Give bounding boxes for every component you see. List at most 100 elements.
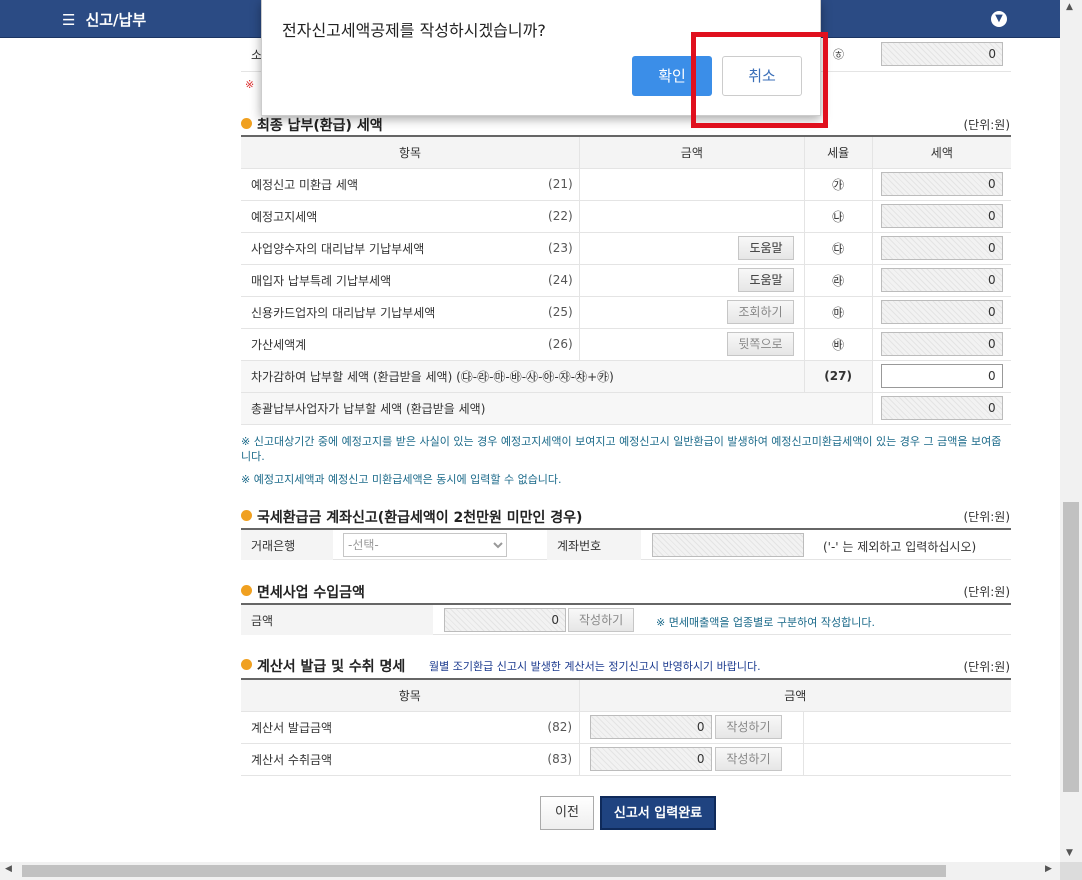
row-tax: 0 — [880, 332, 1003, 356]
header-rate: 세율 — [804, 135, 873, 169]
invoice-section-title-text: 계산서 발급 및 수취 명세 — [257, 659, 406, 675]
hamburger-icon: ☰ — [62, 11, 76, 29]
table-row: 가산세액계 (26) 뒷쪽으로 ㉳ 0 — [241, 328, 1011, 361]
total-row-label: 총괄납부사업자가 납부할 세액 (환급받을 세액) — [241, 392, 873, 425]
back-page-button[interactable]: 뒷쪽으로 — [727, 332, 794, 356]
exempt-section-unit: (단위:원) — [963, 585, 1010, 599]
scroll-left-icon[interactable]: ◀ — [5, 864, 12, 874]
subtract-row-num: (27) — [804, 360, 873, 393]
exempt-section-title: 면세사업 수입금액 — [241, 582, 365, 602]
row-amount — [579, 168, 805, 201]
row-tax: 0 — [880, 236, 1003, 260]
bank-label: 거래은행 — [241, 530, 333, 560]
row-label: 예정고지세액 — [241, 200, 542, 233]
row-tax: 0 — [880, 172, 1003, 196]
vertical-scrollbar[interactable]: ▲ ▼ — [1060, 0, 1082, 862]
final-note-1: ※ 신고대상기간 중에 예정고지를 받은 사실이 있는 경우 예정고지세액이 보… — [241, 435, 1002, 463]
total-tax: 0 — [880, 396, 1003, 420]
invoice-issued-value: 0 — [589, 715, 712, 739]
help-button[interactable]: 도움말 — [738, 236, 794, 260]
horizontal-scroll-thumb[interactable] — [22, 865, 946, 877]
bullet-icon — [241, 659, 252, 670]
scroll-down-icon[interactable]: ▼ — [1066, 848, 1073, 858]
help-button[interactable]: 도움말 — [738, 268, 794, 292]
table-row: 계산서 발급금액 (82) 0 작성하기 — [241, 711, 1011, 744]
row-tax: 0 — [880, 268, 1003, 292]
horizontal-scrollbar[interactable]: ◀ ▶ — [0, 862, 1060, 880]
invoice-section-unit: (단위:원) — [963, 660, 1010, 674]
scroll-up-icon[interactable]: ▲ — [1066, 2, 1073, 12]
row-label: 예정신고 미환급 세액 — [241, 168, 542, 201]
scroll-right-icon[interactable]: ▶ — [1045, 864, 1052, 874]
row-num: (26) — [541, 328, 581, 361]
table-row: 계산서 수취금액 (83) 0 작성하기 — [241, 743, 1011, 776]
bank-select-wrap: -선택- — [343, 533, 507, 557]
row-rate: ㉲ — [804, 296, 873, 329]
bank-select[interactable]: -선택- — [343, 533, 507, 557]
row-label: 계산서 발급금액 — [241, 711, 541, 744]
table-row: 예정신고 미환급 세액 (21) ㉮ 0 — [241, 168, 1011, 201]
invoice-header-item: 항목 — [241, 678, 580, 712]
row-num: (82) — [541, 711, 580, 744]
row-label: 매입자 납부특례 기납부세액 — [241, 264, 542, 297]
exempt-amount-label: 금액 — [241, 605, 433, 635]
header-tax: 세액 — [872, 135, 1011, 169]
lookup-button[interactable]: 조회하기 — [727, 300, 794, 324]
subtract-row: 차가감하여 납부할 세액 (환급받을 세액) (㉰-㉱-㉲-㉳-㉴-㉵-㉶-㉷+… — [241, 360, 1011, 393]
menu-label: 신고/납부 — [85, 11, 147, 29]
invoice-issued-write-button[interactable]: 작성하기 — [715, 715, 782, 739]
row-label: 계산서 수취금액 — [241, 743, 541, 776]
header-amount: 금액 — [579, 135, 805, 169]
chevron-down-icon[interactable]: ▼ — [991, 11, 1007, 27]
header-item: 항목 — [241, 135, 581, 169]
invoice-subnote: 월별 조기환급 신고시 발생한 계산서는 정기신고시 반영하시기 바랍니다. — [429, 660, 761, 673]
exempt-row: 금액 0 작성하기 ※ 면세매출액을 업종별로 구분하여 작성합니다. — [241, 603, 1011, 635]
row-label: 신용카드업자의 대리납부 기납부세액 — [241, 296, 542, 329]
table-row: 매입자 납부특례 기납부세액 (24) 도움말 ㉱ 0 — [241, 264, 1011, 297]
table-row: 신용카드업자의 대리납부 기납부세액 (25) 조회하기 ㉲ 0 — [241, 296, 1011, 329]
bullet-icon — [241, 510, 252, 521]
refund-section-title: 국세환급금 계좌신고(환급세액이 2천만원 미만인 경우) — [241, 507, 582, 527]
invoice-section-title: 계산서 발급 및 수취 명세 — [241, 656, 405, 676]
partial-row-rate: ㉭ — [833, 48, 844, 61]
vertical-scroll-thumb[interactable] — [1063, 502, 1079, 792]
scrollbar-corner — [1060, 862, 1082, 880]
row-num: (21) — [541, 168, 581, 201]
final-section-unit: (단위:원) — [963, 118, 1010, 132]
invoice-table: 항목 금액 계산서 발급금액 (82) 0 작성하기 계산서 수취금액 (83)… — [241, 678, 1011, 776]
menu-toggle[interactable]: ☰ 신고/납부 — [62, 9, 146, 30]
bullet-icon — [241, 118, 252, 129]
exempt-write-button[interactable]: 작성하기 — [568, 608, 635, 632]
row-filler — [803, 743, 1011, 776]
table-row: 사업양수자의 대리납부 기납부세액 (23) 도움말 ㉰ 0 — [241, 232, 1011, 265]
row-label: 가산세액계 — [241, 328, 542, 361]
final-section-title: 최종 납부(환급) 세액 — [241, 115, 383, 135]
exempt-amount-value: 0 — [444, 608, 566, 632]
refund-section-unit: (단위:원) — [963, 510, 1010, 524]
highlight-box — [691, 32, 828, 128]
partial-row-tax: 0 — [881, 42, 1003, 66]
account-hint: ('-' 는 제외하고 입력하십시오) — [823, 540, 977, 554]
exempt-note: ※ 면세매출액을 업종별로 구분하여 작성합니다. — [656, 616, 875, 629]
prev-button[interactable]: 이전 — [540, 796, 594, 830]
account-label: 계좌번호 — [547, 530, 641, 560]
refund-row: 거래은행 -선택- 계좌번호 ('-' 는 제외하고 입력하십시오) — [241, 528, 1011, 560]
row-label: 사업양수자의 대리납부 기납부세액 — [241, 232, 542, 265]
invoice-received-value: 0 — [589, 747, 712, 771]
row-rate: ㉳ — [804, 328, 873, 361]
final-note-2: ※ 예정고지세액과 예정신고 미환급세액은 동시에 입력할 수 없습니다. — [241, 473, 562, 486]
row-num: (24) — [541, 264, 581, 297]
row-num: (23) — [541, 232, 581, 265]
bullet-icon — [241, 585, 252, 596]
refund-section-title-text: 국세환급금 계좌신고(환급세액이 2천만원 미만인 경우) — [257, 510, 583, 526]
row-tax: 0 — [880, 300, 1003, 324]
exempt-section-title-text: 면세사업 수입금액 — [257, 585, 365, 601]
account-input[interactable] — [652, 533, 804, 557]
final-tax-table: 항목 금액 세율 세액 예정신고 미환급 세액 (21) ㉮ 0 예정고지세액 … — [241, 135, 1011, 425]
subtract-tax-input[interactable]: 0 — [880, 364, 1003, 388]
row-num: (22) — [541, 200, 581, 233]
row-rate: ㉮ — [804, 168, 873, 201]
submit-complete-button[interactable]: 신고서 입력완료 — [600, 796, 716, 830]
row-rate: ㉰ — [804, 232, 873, 265]
invoice-received-write-button[interactable]: 작성하기 — [715, 747, 782, 771]
